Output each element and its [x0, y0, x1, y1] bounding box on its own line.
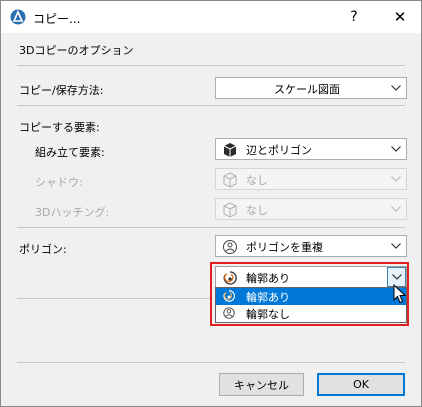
- divider: [17, 298, 210, 299]
- contour-options-list: 輪郭あり 輪郭なし: [215, 287, 407, 323]
- shadow-label: シャドウ:: [35, 176, 83, 189]
- copy-method-dropdown[interactable]: スケール図面: [215, 77, 407, 99]
- title-bar: コピー... ? ✕: [1, 1, 421, 33]
- help-button[interactable]: ?: [331, 1, 377, 33]
- chevron-down-icon: [386, 169, 406, 189]
- contour-option-label: 輪郭なし: [246, 308, 290, 321]
- shadow-value: なし: [246, 174, 268, 187]
- mouse-cursor-icon: [393, 284, 407, 304]
- contour-value: 輪郭あり: [246, 272, 290, 285]
- contour-on-icon: [223, 290, 235, 302]
- contour-option-label: 輪郭あり: [246, 291, 290, 304]
- cancel-button[interactable]: キャンセル: [219, 373, 304, 396]
- assembly-label: 組み立て要素:: [35, 146, 105, 159]
- assembly-dropdown[interactable]: 辺とポリゴン: [215, 138, 407, 160]
- contour-off-icon: [223, 307, 235, 319]
- cube-outline-icon: [223, 172, 237, 188]
- polygon-label: ポリゴン:: [19, 243, 67, 256]
- ok-button[interactable]: OK: [317, 373, 405, 396]
- copy-method-value: スケール図面: [274, 83, 340, 96]
- shadow-dropdown: なし: [215, 168, 407, 190]
- close-button[interactable]: ✕: [377, 1, 422, 33]
- chevron-down-icon: [386, 199, 406, 219]
- contour-on-icon: [223, 271, 237, 285]
- window-title: コピー...: [33, 12, 81, 26]
- copy-method-label: コピー/保存方法:: [19, 84, 104, 97]
- cube-icon: [223, 143, 237, 157]
- divider: [17, 227, 405, 228]
- archicad-app-icon: [10, 9, 26, 25]
- assembly-value: 辺とポリゴン: [246, 144, 312, 157]
- outline-polygon-icon: [223, 240, 237, 254]
- cube-outline-icon: [223, 202, 237, 218]
- chevron-down-icon: [386, 139, 406, 159]
- section-title: 3Dコピーのオプション: [19, 44, 134, 57]
- chevron-down-icon: [386, 236, 406, 256]
- elements-title: コピーする要素:: [19, 121, 100, 134]
- polygon-mode-dropdown[interactable]: ポリゴンを重複: [215, 235, 407, 257]
- chevron-down-icon: [386, 78, 406, 98]
- divider: [17, 105, 405, 106]
- contour-option-on[interactable]: 輪郭あり: [216, 288, 406, 305]
- divider: [17, 362, 405, 363]
- polygon-mode-value: ポリゴンを重複: [246, 241, 323, 254]
- hatching-dropdown: なし: [215, 198, 407, 220]
- hatching-label: 3Dハッチング:: [35, 206, 110, 219]
- contour-option-off[interactable]: 輪郭なし: [216, 305, 406, 322]
- hatching-value: なし: [246, 204, 268, 217]
- copy-dialog: コピー... ? ✕ 3Dコピーのオプション コピー/保存方法: スケール図面 …: [0, 0, 422, 407]
- divider: [17, 65, 405, 66]
- contour-dropdown[interactable]: 輪郭あり: [215, 266, 407, 288]
